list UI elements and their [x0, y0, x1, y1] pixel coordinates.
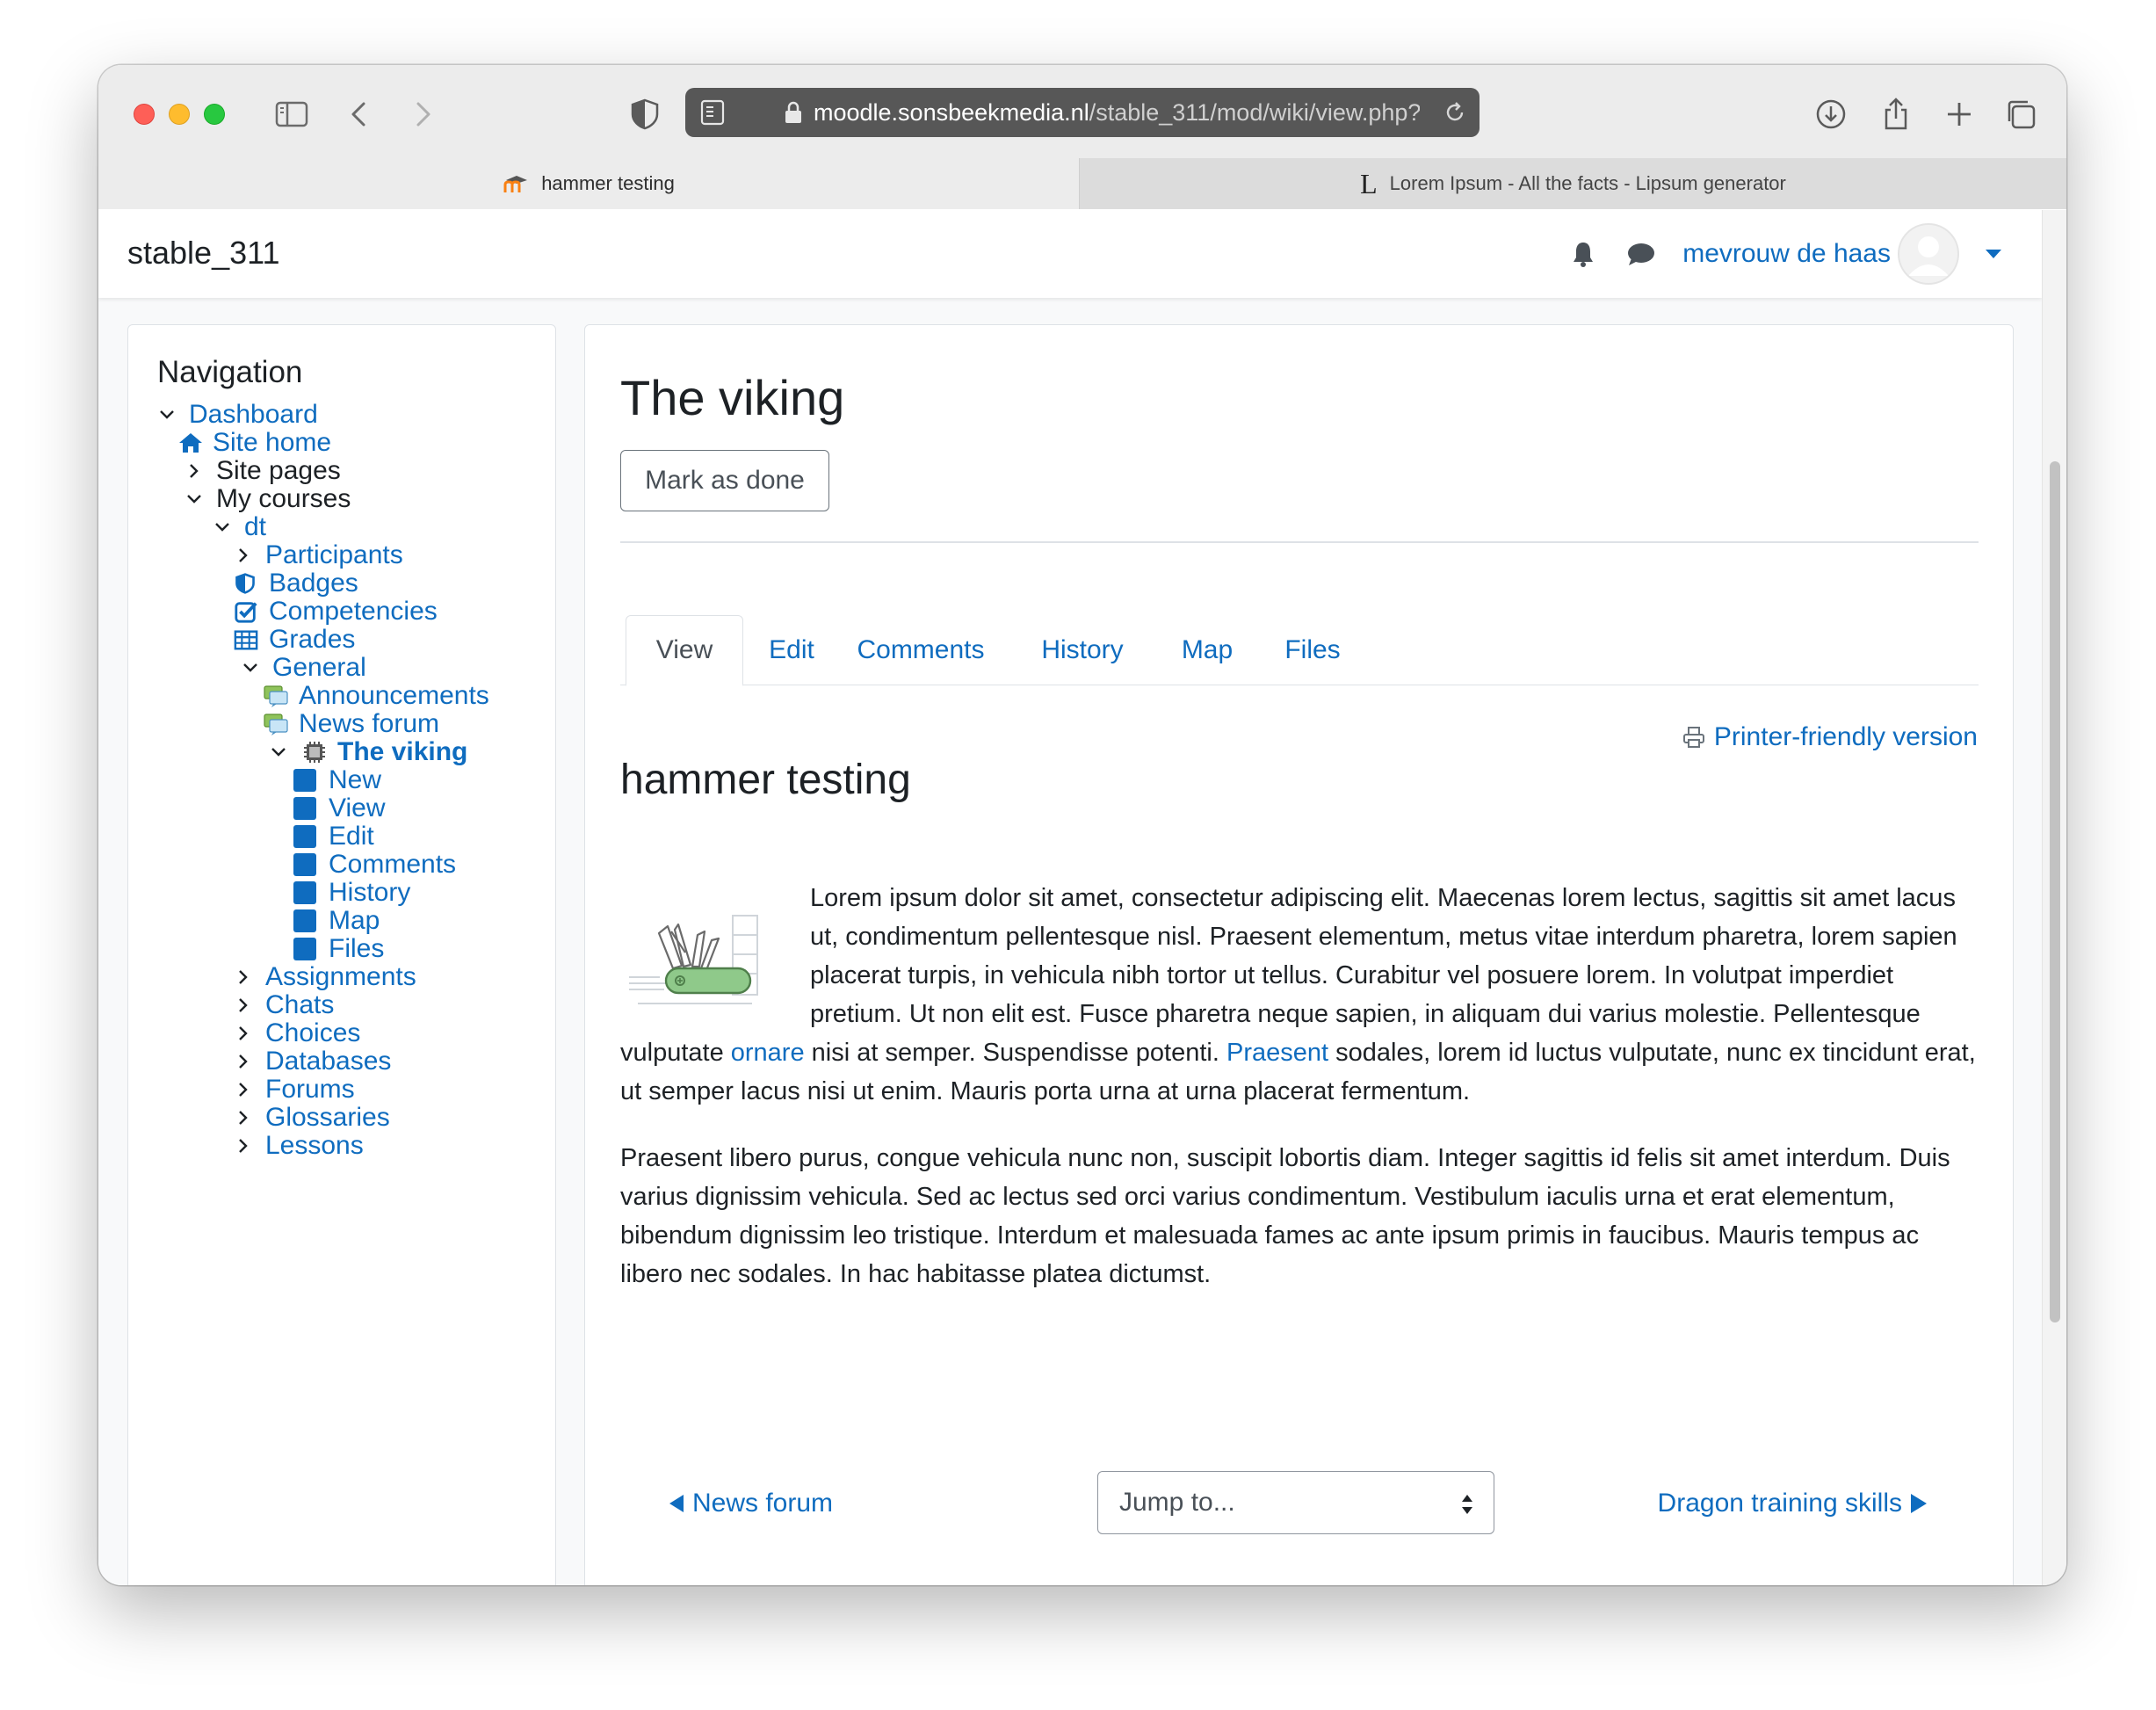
nav-item-label: Lessons — [265, 1131, 364, 1160]
reader-icon[interactable] — [699, 98, 726, 127]
tab-label: Map — [1181, 635, 1234, 664]
downloads-icon[interactable] — [1812, 95, 1850, 134]
tab-files[interactable]: Files — [1260, 615, 1365, 685]
url-domain: moodle.sonsbeekmedia.nl — [814, 99, 1089, 126]
user-menu-chevron-down-icon[interactable] — [1986, 250, 2001, 258]
ornare-link[interactable]: ornare — [731, 1039, 805, 1067]
page-title: The viking — [620, 370, 845, 425]
scrollbar-thumb[interactable] — [2050, 461, 2060, 1322]
notifications-bell-icon[interactable] — [1570, 240, 1596, 268]
browser-tab-title: hammer testing — [541, 172, 675, 194]
wiki-content: Lorem ipsum dolor sit amet, consectetur … — [620, 879, 1979, 1322]
paragraph-text: nisi at semper. Suspendisse potenti. — [804, 1039, 1226, 1067]
activity-navigation: News forum Jump to... Dragon training sk… — [585, 1471, 2013, 1541]
tab-label: History — [1041, 635, 1124, 664]
wiki-page-title: hammer testing — [620, 757, 911, 803]
tab-label: View — [655, 635, 713, 664]
mark-as-done-button[interactable]: Mark as done — [620, 450, 829, 511]
user-name-link[interactable]: mevrouw de haas — [1682, 239, 1891, 269]
share-icon[interactable] — [1877, 95, 1915, 134]
navigation-block: Navigation Dashboard Site home Site page… — [127, 324, 556, 1585]
previous-activity-link[interactable]: News forum — [669, 1489, 833, 1518]
tab-label: Comments — [857, 635, 985, 664]
moodle-favicon-icon — [503, 176, 528, 192]
chevron-right-icon — [239, 1083, 248, 1097]
chevron-right-icon — [190, 464, 199, 478]
tab-label: Edit — [769, 635, 814, 664]
chevron-right-icon — [239, 998, 248, 1012]
wiki-paragraph-2: Praesent libero purus, congue vehicula n… — [620, 1144, 1950, 1288]
web-page: stable_311 mevrouw de haas Navigation Da… — [98, 210, 2042, 1585]
lock-icon — [785, 101, 801, 123]
tab-overview-icon[interactable] — [2001, 95, 2040, 134]
printer-friendly-link[interactable]: Printer-friendly version — [1682, 722, 1978, 752]
tab-map[interactable]: Map — [1163, 615, 1251, 685]
user-menu-area: mevrouw de haas — [1570, 223, 2007, 285]
divider — [620, 541, 1979, 543]
printer-icon — [1682, 727, 1704, 748]
tab-history[interactable]: History — [1012, 615, 1153, 685]
caret-left-icon — [669, 1495, 684, 1512]
caret-right-icon — [1911, 1494, 1927, 1513]
address-bar[interactable]: moodle.sonsbeekmedia.nl/stable_311/mod/w… — [685, 88, 1480, 137]
chevron-right-icon — [239, 548, 248, 562]
next-activity-link[interactable]: Dragon training skills — [1658, 1489, 1927, 1518]
lipsum-favicon-icon: L — [1360, 167, 1378, 199]
wiki-paragraph-1: Lorem ipsum dolor sit amet, consectetur … — [620, 879, 1979, 1111]
privacy-shield-icon[interactable] — [626, 95, 664, 134]
browser-tab-title: Lorem Ipsum - All the facts - Lipsum gen… — [1389, 172, 1786, 194]
avatar[interactable] — [1898, 223, 1959, 285]
back-icon[interactable] — [341, 95, 380, 134]
site-navbar: stable_311 mevrouw de haas — [98, 210, 2042, 298]
new-tab-icon[interactable] — [1940, 95, 1979, 134]
browser-tab-lorem-ipsum[interactable]: L Lorem Ipsum - All the facts - Lipsum g… — [1079, 158, 2066, 209]
chevron-down-icon — [271, 748, 286, 757]
chevron-right-icon — [239, 1054, 248, 1069]
tab-edit[interactable]: Edit — [752, 615, 831, 685]
jump-to-value: Jump to... — [1119, 1488, 1235, 1517]
zoom-window-button[interactable] — [204, 104, 225, 125]
chevron-down-icon — [243, 663, 257, 672]
previous-activity-label: News forum — [692, 1489, 834, 1518]
chevron-right-icon — [239, 1139, 248, 1153]
page-scrollbar[interactable] — [2042, 210, 2066, 1585]
jump-to-select[interactable]: Jump to... — [1097, 1471, 1494, 1534]
chevron-down-icon — [160, 410, 174, 419]
chevron-right-icon — [239, 1111, 248, 1125]
url-text: moodle.sonsbeekmedia.nl/stable_311/mod/w… — [814, 99, 1420, 127]
select-arrows-icon — [1462, 1495, 1472, 1514]
wiki-tabs: View Edit Comments History Map Files — [620, 615, 1979, 686]
url-path: /stable_311/mod/wiki/view.php? — [1089, 99, 1420, 126]
chevron-right-icon — [239, 1026, 248, 1040]
close-window-button[interactable] — [134, 104, 155, 125]
sidebar-toggle-icon[interactable] — [272, 95, 311, 134]
tab-view[interactable]: View — [626, 615, 743, 686]
browser-tab-hammer-testing[interactable]: hammer testing — [98, 158, 1079, 209]
browser-titlebar: moodle.sonsbeekmedia.nl/stable_311/mod/w… — [98, 65, 2066, 158]
browser-tabs-bar: hammer testing L Lorem Ipsum - All the f… — [98, 158, 2066, 209]
forward-icon[interactable] — [402, 95, 441, 134]
reload-icon[interactable] — [1443, 100, 1467, 125]
swiss-army-knife-image — [629, 915, 758, 1004]
tab-label: Files — [1284, 635, 1341, 664]
minimize-window-button[interactable] — [169, 104, 190, 125]
nav-item-lessons[interactable]: Lessons — [234, 1126, 364, 1166]
tab-comments[interactable]: Comments — [842, 615, 1000, 685]
navigation-block-title: Navigation — [157, 355, 303, 389]
site-brand[interactable]: stable_311 — [127, 235, 279, 272]
praesent-link[interactable]: Praesent — [1226, 1039, 1328, 1067]
browser-window: moodle.sonsbeekmedia.nl/stable_311/mod/w… — [98, 65, 2066, 1585]
nav-item-my-courses[interactable]: My courses — [184, 479, 351, 519]
printer-friendly-label: Printer-friendly version — [1713, 722, 1978, 751]
chevron-down-icon — [215, 523, 229, 532]
messages-chat-icon[interactable] — [1626, 241, 1656, 267]
next-activity-label: Dragon training skills — [1657, 1489, 1902, 1518]
main-region: The viking Mark as done View Edit Commen… — [584, 324, 2014, 1585]
chevron-down-icon — [187, 495, 201, 504]
chevron-right-icon — [239, 970, 248, 984]
